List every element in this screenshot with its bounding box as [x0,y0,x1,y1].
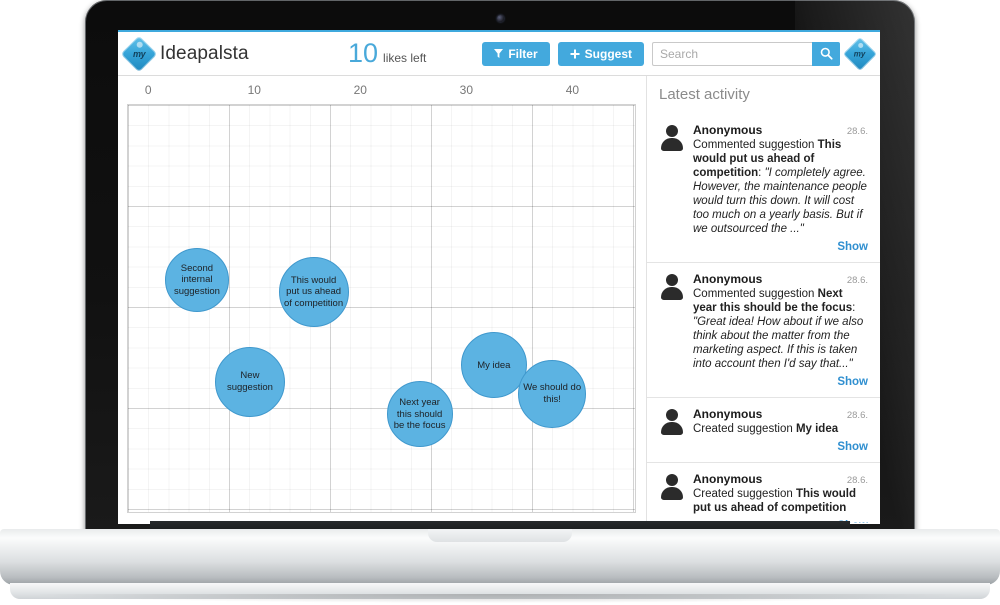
activity-author: Anonymous [693,472,763,486]
chart-plot-area: Second internal suggestion This would put… [127,104,636,513]
activity-subject: Next year this should be the focus [693,288,853,314]
brand[interactable]: my Ideapalsta [120,35,326,72]
x-axis-tick: 0 [144,83,152,97]
chart-x-axis: 0 10 20 30 40 [118,76,646,104]
activity-body: Anonymous 28.6. Commented suggestion Next … [693,272,868,390]
activity-item[interactable]: Anonymous 28.6. Created suggestion This wo… [647,463,880,523]
likes-counter: 10 likes left [348,40,426,67]
activity-quote: "Great idea! How about if we also think … [693,316,864,370]
activity-head: Anonymous 28.6. [693,123,868,137]
magnifier-icon [820,47,833,60]
screen: my Ideapalsta 10 likes left Filter Sugge… [118,30,880,524]
suggest-label: Suggest [584,46,632,61]
activity-date: 28.6. [846,410,868,421]
likes-label: likes left [383,51,427,65]
search-box [652,41,840,66]
idea-bubble[interactable]: My idea [460,332,527,399]
show-link[interactable]: Show [837,441,868,453]
activity-text: Commented suggestion Next year this shou… [693,288,864,370]
laptop-base-notch [428,529,572,542]
likes-count: 10 [348,38,379,68]
idea-bubble[interactable]: Second internal suggestion [164,248,229,312]
idea-bubble-label: We should do this! [523,382,582,405]
activity-subject: My idea [795,423,839,435]
activity-body: Anonymous 28.6. Created suggestion My idea… [693,407,868,455]
activity-feed: Latest activity Anonymous 28.6. Commented … [646,76,880,523]
x-axis-tick: 20 [353,83,367,97]
header-actions: Filter Suggest Search my [482,36,880,71]
app-body: 0 10 20 30 40 Second internal suggestion This… [118,76,880,523]
filter-label: Filter [508,46,538,61]
idea-bubble[interactable]: We should do this! [518,359,587,428]
idea-bubble[interactable]: This would put us ahead of competition [278,257,349,328]
webcam-icon [497,15,504,22]
search-input[interactable] [652,41,812,66]
logo-text: my [132,48,146,59]
funnel-icon [494,49,504,58]
idea-bubble-label: This would put us ahead of competition [283,274,344,309]
idea-bubble-label: New suggestion [226,370,273,393]
activity-show-row: Show [693,237,868,255]
x-axis-tick: 30 [459,83,474,97]
activity-subject: This would put us ahead of competition [693,488,856,514]
idea-bubble-label: Second internal suggestion [173,262,220,297]
feed-title: Latest activity [659,86,750,103]
activity-text: Created suggestion My idea [693,423,839,435]
activity-body: Anonymous 28.6. Created suggestion This wo… [693,472,868,523]
user-avatar-icon [659,274,685,300]
activity-item[interactable]: Anonymous 28.6. Created suggestion My idea… [647,398,880,463]
app-title: Ideapalsta [160,42,249,64]
x-axis-tick: 10 [247,83,261,97]
activity-text: Commented suggestion This would put us a… [693,139,867,235]
activity-author: Anonymous [693,123,763,137]
search-button[interactable] [812,41,840,66]
activity-date: 28.6. [846,475,868,486]
user-avatar-icon [659,125,685,151]
show-link[interactable]: Show [837,241,868,253]
laptop-mockup: my Ideapalsta 10 likes left Filter Sugge… [0,0,1000,605]
activity-author: Anonymous [693,272,763,286]
idea-bubble-label: Next year this should be the focus [393,397,446,432]
suggest-button[interactable]: Suggest [557,41,644,66]
logo-icon: my [120,35,158,72]
activity-item[interactable]: Anonymous 28.6. Commented suggestion Next … [647,263,880,398]
activity-date: 28.6. [846,126,868,137]
activity-head: Anonymous 28.6. [693,407,868,421]
activity-head: Anonymous 28.6. [693,272,868,286]
activity-show-row: Show [693,437,868,455]
feed-list[interactable]: Anonymous 28.6. Commented suggestion This … [647,114,880,523]
user-avatar-icon [659,474,685,500]
user-avatar-icon [659,409,685,435]
avatar-text: my [854,49,866,58]
show-link[interactable]: Show [837,376,868,388]
idea-bubble[interactable]: Next year this should be the focus [386,381,453,448]
idea-bubble-label: My idea [477,359,511,371]
activity-item[interactable]: Anonymous 28.6. Commented suggestion This … [647,114,880,263]
idea-chart: 0 10 20 30 40 Second internal suggestion This… [118,76,646,523]
activity-show-row: Show [693,372,868,390]
activity-author: Anonymous [693,407,763,421]
activity-body: Anonymous 28.6. Commented suggestion This … [693,123,868,255]
idea-bubble[interactable]: New suggestion [214,346,285,417]
laptop-shadow [40,594,960,603]
app-header: my Ideapalsta 10 likes left Filter Sugge… [118,32,880,76]
plus-icon [570,49,580,58]
filter-button[interactable]: Filter [482,41,550,66]
avatar[interactable]: my [843,36,877,71]
activity-date: 28.6. [846,275,868,286]
activity-head: Anonymous 28.6. [693,472,868,486]
x-axis-tick: 40 [565,83,580,97]
activity-text: Created suggestion This would put us ahe… [693,488,856,514]
